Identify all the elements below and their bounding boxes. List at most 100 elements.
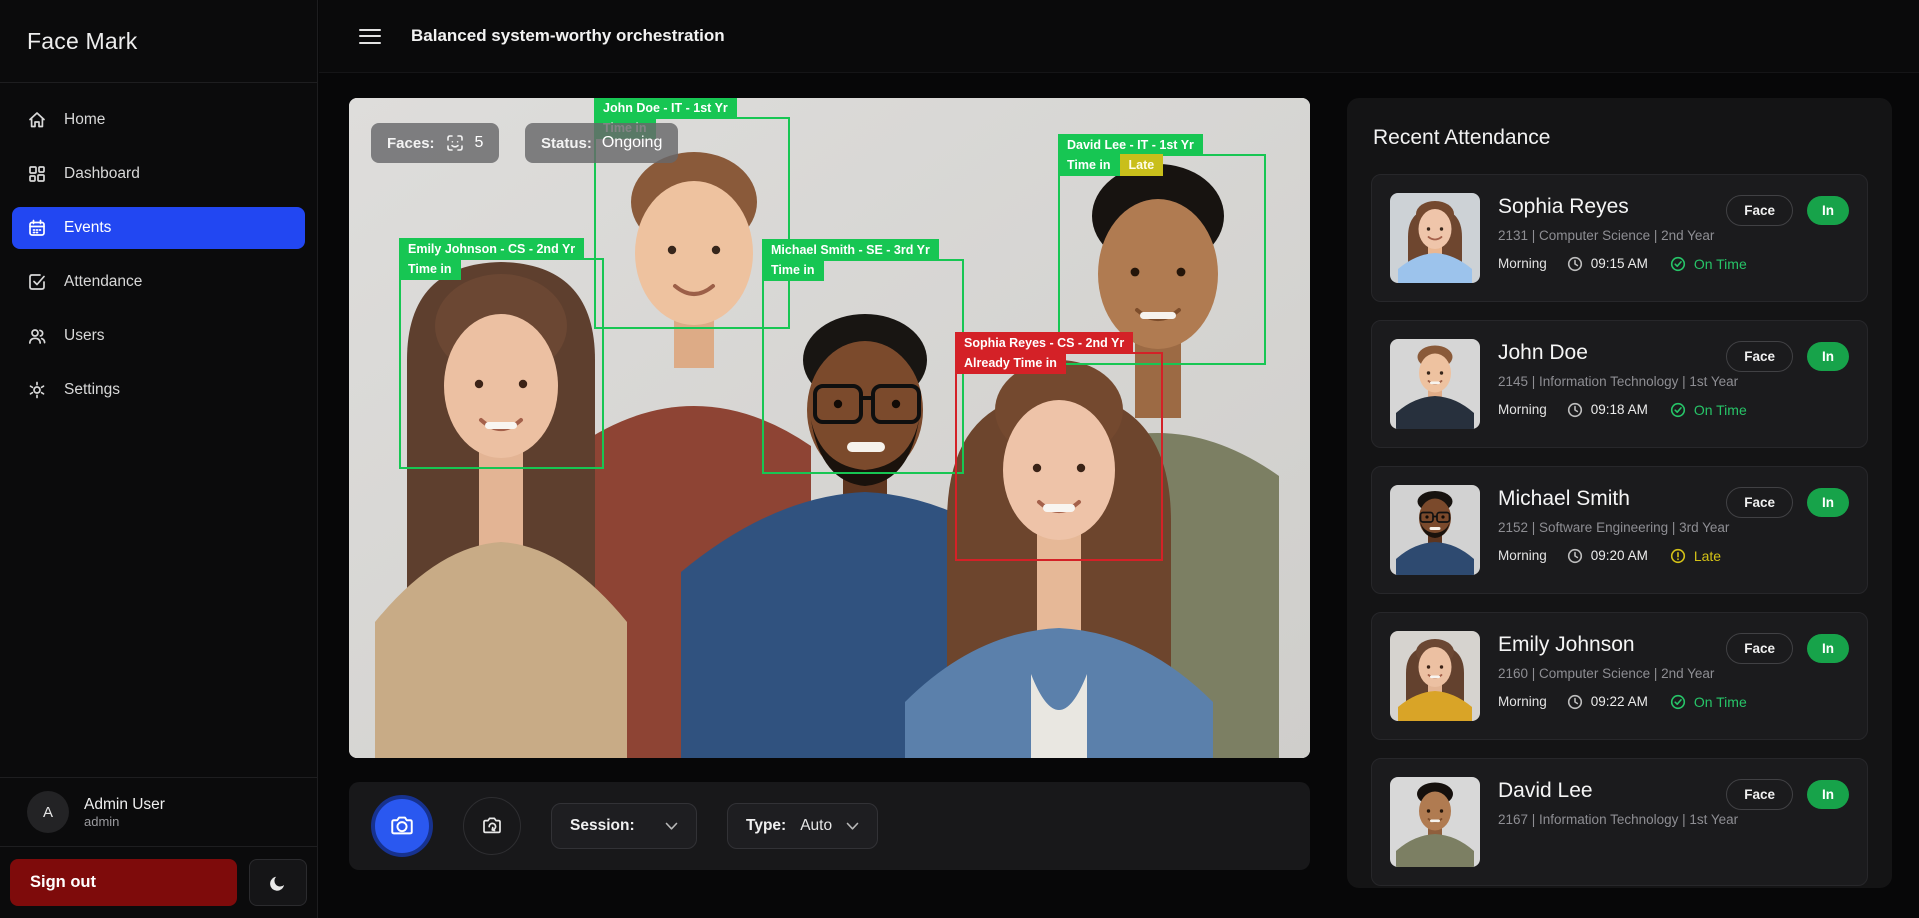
check-circle-icon [1670,256,1686,272]
status-indicator: On Time [1670,694,1747,710]
chevron-down-icon [846,822,859,831]
status-text: On Time [1694,256,1747,272]
student-name: Emily Johnson [1498,633,1747,657]
users-icon [27,326,47,346]
type-select[interactable]: Type: Auto [727,803,878,849]
status-indicator: On Time [1670,256,1747,272]
check-circle-icon [1670,402,1686,418]
switch-camera-button[interactable] [463,797,521,855]
clock-icon [1567,256,1583,272]
direction-badge: In [1807,634,1849,663]
card-badges: Face In [1726,195,1849,226]
clock-icon [1567,694,1583,710]
sidebar-nav: Home Dashboard Events Attendance Users S… [0,83,317,439]
status-label: Status: [541,135,592,152]
attendance-card: Emily Johnson 2160 | Computer Science | … [1371,612,1868,740]
card-badges: Face In [1726,341,1849,372]
type-select-value: Auto [800,817,832,835]
capture-button[interactable] [371,795,433,857]
status-badge: Status: Ongoing [525,123,678,163]
sidebar-item-label: Settings [64,381,120,399]
chevron-down-icon [665,822,678,831]
time-in-value: 09:20 AM [1591,548,1648,563]
student-meta: 2167 | Information Technology | 1st Year [1498,810,1738,830]
attendance-detail-row: Morning 09:20 AM Late [1498,548,1729,564]
student-meta: 2152 | Software Engineering | 3rd Year [1498,518,1729,538]
student-photo [1390,485,1480,575]
detection-result-tag: Time in [762,259,824,281]
sidebar-item-label: Dashboard [64,165,140,183]
sidebar-item-label: Events [64,219,111,237]
attendance-card: John Doe 2145 | Information Technology |… [1371,320,1868,448]
status-indicator: Late [1670,548,1721,564]
camera-feed: Emily Johnson - CS - 2nd Yr Time in John… [349,98,1310,758]
sidebar-item-label: Users [64,327,104,345]
sidebar-item-settings[interactable]: Settings [12,369,305,411]
card-badges: Face In [1726,779,1849,810]
student-photo [1390,631,1480,721]
faces-count: 5 [475,134,484,152]
top-header: Balanced system-worthy orchestration [319,0,1919,73]
direction-badge: In [1807,488,1849,517]
attendance-card: David Lee 2167 | Information Technology … [1371,758,1868,886]
status-text: On Time [1694,694,1747,710]
recent-attendance-panel: Recent Attendance Sophia Reyes 2131 | Co… [1347,98,1892,888]
sidebar-footer: A Admin User admin Sign out [0,777,317,918]
face-scan-icon [445,133,465,153]
face-detection-box: Michael Smith - SE - 3rd Yr Time in [762,259,964,474]
sidebar-item-users[interactable]: Users [12,315,305,357]
detection-late-tag: Late [1120,154,1164,176]
detection-result-tag: Already Time in [955,352,1066,374]
moon-icon [269,874,287,892]
sidebar-item-home[interactable]: Home [12,99,305,141]
face-detection-box: Emily Johnson - CS - 2nd Yr Time in [399,258,604,469]
session-select-label: Session: [570,817,635,835]
user-role: admin [84,814,165,829]
theme-toggle-button[interactable] [249,859,307,906]
user-name: Admin User [84,795,165,814]
sidebar: Face Mark Home Dashboard Events Attendan… [0,0,318,918]
session-select[interactable]: Session: [551,803,697,849]
signout-button[interactable]: Sign out [10,859,237,906]
page-title: Balanced system-worthy orchestration [411,26,725,46]
method-badge: Face [1726,341,1793,372]
sidebar-item-events[interactable]: Events [12,207,305,249]
session-name: Morning [1498,256,1547,271]
sidebar-item-dashboard[interactable]: Dashboard [12,153,305,195]
direction-badge: In [1807,196,1849,225]
status-indicator: On Time [1670,402,1747,418]
sidebar-item-attendance[interactable]: Attendance [12,261,305,303]
hamburger-menu-icon[interactable] [359,29,381,44]
detection-result-tag: Time in [1058,154,1120,176]
app-root: Face Mark Home Dashboard Events Attendan… [0,0,1919,918]
camera-controls-bar: Session: Type: Auto [349,782,1310,870]
method-badge: Face [1726,779,1793,810]
detection-name-tag: Michael Smith - SE - 3rd Yr [762,239,939,261]
detection-result-tag: Time in [399,258,461,280]
student-name: Michael Smith [1498,487,1729,511]
sidebar-item-label: Attendance [64,273,142,291]
attendance-card: Sophia Reyes 2131 | Computer Science | 2… [1371,174,1868,302]
sidebar-item-label: Home [64,111,105,129]
face-detection-box: Sophia Reyes - CS - 2nd Yr Already Time … [955,352,1163,561]
clock-icon [1567,548,1583,564]
student-photo [1390,339,1480,429]
camera-flip-icon [480,814,504,838]
user-row: A Admin User admin [0,777,317,846]
student-photo [1390,777,1480,867]
faces-label: Faces: [387,135,435,152]
time-in-value: 09:15 AM [1591,256,1648,271]
student-photo [1390,193,1480,283]
check-circle-icon [1670,694,1686,710]
student-name: David Lee [1498,779,1738,803]
faces-count-badge: Faces: 5 [371,123,499,163]
type-select-label: Type: [746,817,786,835]
method-badge: Face [1726,195,1793,226]
calendar-icon [27,218,47,238]
app-title: Face Mark [0,0,317,83]
status-text: On Time [1694,402,1747,418]
attendance-card: Michael Smith 2152 | Software Engineerin… [1371,466,1868,594]
card-badges: Face In [1726,633,1849,664]
attendance-detail-row: Morning 09:18 AM On Time [1498,402,1747,418]
direction-badge: In [1807,342,1849,371]
